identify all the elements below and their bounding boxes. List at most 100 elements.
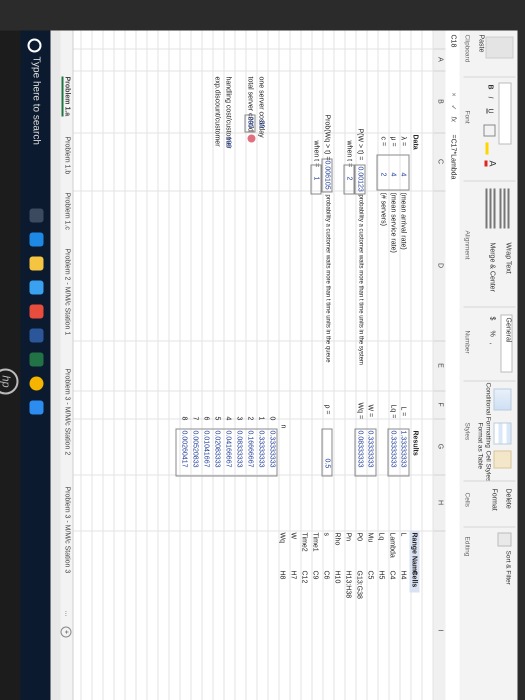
l-value[interactable]: 1.33333333 <box>399 431 408 468</box>
cell-styles-icon[interactable] <box>493 450 512 469</box>
bold-button[interactable]: B <box>487 85 494 90</box>
column-header-d[interactable]: D <box>433 190 446 342</box>
italic-button[interactable]: I <box>487 97 494 99</box>
edge-icon[interactable] <box>29 232 44 247</box>
autosum-icon[interactable] <box>497 532 512 547</box>
paste-button[interactable] <box>485 36 514 59</box>
tab-problem-1a[interactable]: Problem 1.a <box>61 76 71 117</box>
c-value[interactable]: 2 <box>379 173 388 177</box>
format-as-table-label[interactable]: Format as Table <box>477 423 484 469</box>
percent-button[interactable]: % <box>489 331 496 337</box>
add-sheet-button[interactable]: + <box>60 626 72 638</box>
lq-value[interactable]: 0.33333333 <box>389 431 398 468</box>
w-value[interactable]: 0.33333333 <box>366 431 375 468</box>
fx-icon[interactable]: fx <box>449 117 458 122</box>
indent-icons[interactable] <box>493 188 496 229</box>
column-header-i[interactable]: I <box>433 530 446 700</box>
search-box[interactable]: Type here to search <box>31 57 42 145</box>
column-header-a[interactable]: A <box>433 48 446 72</box>
align-icons[interactable] <box>507 188 510 229</box>
chrome-icon[interactable] <box>29 376 44 391</box>
column-header-f[interactable]: F <box>433 390 446 420</box>
pn-n: 5 <box>213 416 221 421</box>
range-name-header: Range Name <box>410 532 418 575</box>
pwt-value[interactable]: 0.00123 <box>356 167 365 192</box>
cell-styles-label[interactable]: Cell Styles <box>485 451 492 482</box>
enter-icon[interactable]: ✓ <box>449 105 458 111</box>
tab-problem-1b[interactable]: Problem 1.b <box>64 137 71 175</box>
column-header-e[interactable]: E <box>433 340 446 392</box>
file-explorer-icon[interactable] <box>29 256 44 271</box>
tab-problem-3-station-3[interactable]: Problem 3 - M/M/c Station 3 <box>64 487 71 574</box>
cancel-icon[interactable]: × <box>449 93 458 97</box>
column-header-g[interactable]: G <box>433 418 446 476</box>
merge-center-button[interactable]: Merge & Center <box>489 243 496 292</box>
photo-frame: Paste Clipboard B I U A Font Wrap Text M… <box>0 0 525 700</box>
error-check-icon[interactable] <box>247 134 256 143</box>
server-cost-value[interactable]: 50 <box>257 121 266 129</box>
sort-filter-button[interactable]: Sort & Filter <box>505 551 512 585</box>
format-as-table-icon[interactable] <box>493 422 512 445</box>
wq-value[interactable]: 0.08333333 <box>356 431 365 468</box>
pn-value[interactable]: 0.33333333 <box>257 431 266 468</box>
pwqt-value[interactable]: 0.006105 <box>323 161 332 190</box>
mu-value[interactable]: 4 <box>389 173 398 177</box>
pn-value[interactable]: 0.00520833 <box>191 431 200 468</box>
range-name: P0 <box>355 532 363 542</box>
name-box[interactable]: C18 <box>449 35 458 75</box>
tab-problem-2[interactable]: Problem 2 - M/M/c Station 1 <box>64 249 71 336</box>
when-t1-label: when t = <box>345 140 353 168</box>
handling-value[interactable]: 100 <box>224 137 233 149</box>
excel-icon[interactable] <box>29 352 44 367</box>
format-button[interactable]: Format <box>491 489 498 511</box>
rho-value[interactable]: 0.5 <box>323 459 332 469</box>
app-icon[interactable] <box>29 304 44 319</box>
pn-value[interactable]: 0.16666667 <box>246 431 255 468</box>
column-header-b[interactable]: B <box>433 70 446 134</box>
lq-label: Lq = <box>389 404 397 419</box>
pn-value[interactable]: 0.00260417 <box>180 431 189 468</box>
task-view-icon[interactable] <box>29 208 44 223</box>
app-icon[interactable] <box>29 400 44 415</box>
pn-value[interactable]: 0.01041667 <box>202 431 211 468</box>
when-t2-label: when t = <box>312 140 320 168</box>
borders-icon[interactable] <box>483 124 496 137</box>
more-tabs-button[interactable]: ... <box>64 611 71 617</box>
search-icon[interactable] <box>27 38 42 53</box>
delete-button[interactable]: Delete <box>505 489 512 509</box>
t1-value[interactable]: 2 <box>345 177 354 181</box>
pn-value[interactable]: 0.08333333 <box>235 431 244 468</box>
column-header-h[interactable]: H <box>433 474 446 532</box>
pn-n: 6 <box>202 416 210 421</box>
range-name: Time1 <box>311 532 319 552</box>
pn-n: 1 <box>257 416 265 421</box>
font-name-box[interactable] <box>498 82 512 145</box>
word-icon[interactable] <box>29 328 44 343</box>
divider <box>463 380 516 382</box>
font-color-icon[interactable]: A <box>484 160 498 167</box>
range-name: Time2 <box>300 532 308 552</box>
range-cell: H7 <box>289 570 297 580</box>
store-icon[interactable] <box>29 280 44 295</box>
tab-problem-3-station-2[interactable]: Problem 3 - M/M/c Station 2 <box>64 369 71 456</box>
comma-button[interactable]: , <box>489 343 496 345</box>
pn-value[interactable]: 0.02083333 <box>213 431 222 468</box>
tab-problem-1c[interactable]: Problem 1.c <box>64 193 71 230</box>
select-all-corner[interactable] <box>433 30 446 50</box>
underline-button[interactable]: U <box>487 109 494 114</box>
conditional-formatting-label[interactable]: Conditional Formatting <box>485 383 492 448</box>
total-server-value[interactable]: 200 <box>246 117 255 129</box>
wrap-text-button[interactable]: Wrap Text <box>505 243 512 274</box>
l-label: L = <box>399 406 407 417</box>
lambda-value[interactable]: 4 <box>399 173 408 177</box>
t2-value[interactable]: 1 <box>312 177 321 181</box>
column-header-c[interactable]: C <box>433 132 446 192</box>
formula-input[interactable]: =C17*Lambda <box>449 135 458 180</box>
conditional-formatting-icon[interactable] <box>493 388 512 411</box>
currency-button[interactable]: $ <box>489 317 496 321</box>
fill-color-icon[interactable] <box>485 142 496 155</box>
pn-value[interactable]: 0.33333333 <box>268 431 277 468</box>
gridline <box>73 132 434 134</box>
pn-value[interactable]: 0.04166667 <box>224 431 233 468</box>
number-format-dropdown[interactable]: General <box>500 314 513 373</box>
